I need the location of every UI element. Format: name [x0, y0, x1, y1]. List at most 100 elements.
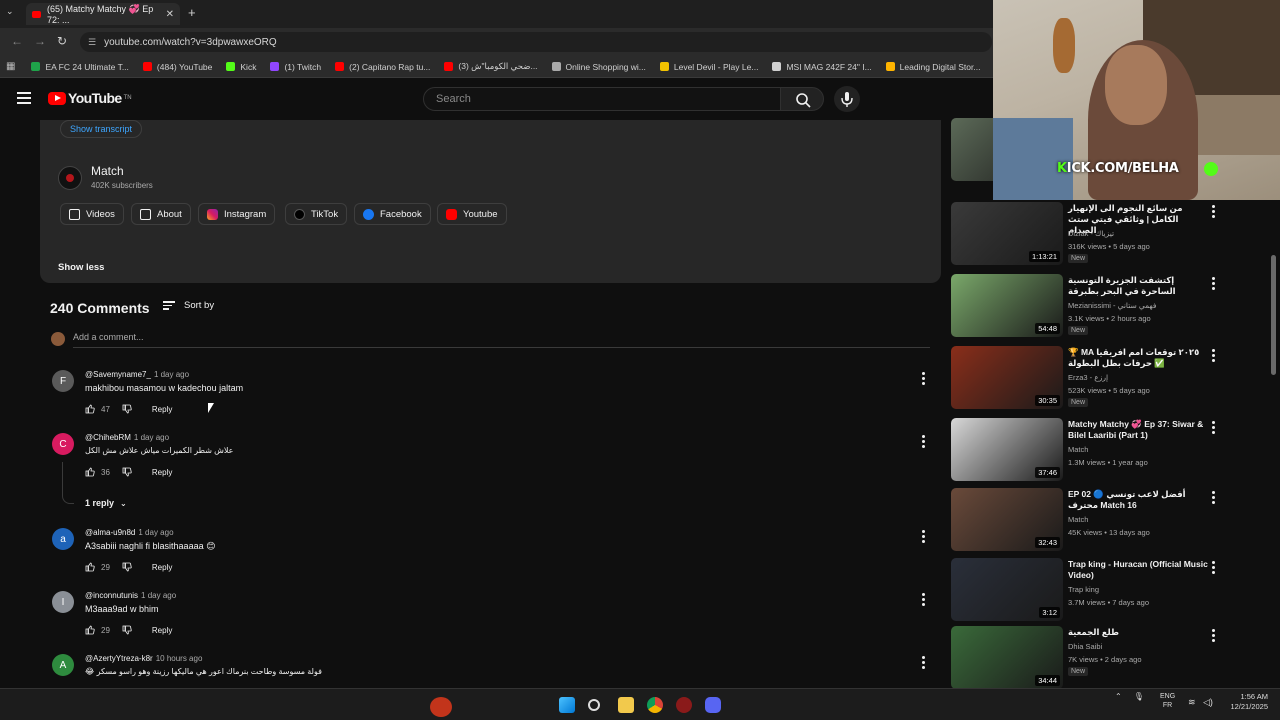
- dislike-icon[interactable]: [122, 562, 132, 572]
- instagram-link-button[interactable]: Instagram: [198, 203, 276, 225]
- recommended-video[interactable]: 3:12 Trap king - Huracan (Official Music …: [950, 558, 1270, 624]
- rec-more-icon[interactable]: [1212, 205, 1215, 220]
- reply-button[interactable]: Reply: [152, 563, 172, 572]
- bookmark-item[interactable]: EA FC 24 Ultimate T...: [31, 62, 129, 72]
- comment-time[interactable]: 1 day ago: [138, 528, 173, 537]
- rec-channel[interactable]: Diziak - تيزياك: [1068, 229, 1114, 238]
- tray-chevron-icon[interactable]: ⌃: [1115, 692, 1122, 701]
- comment-author[interactable]: @AzertyYtreza-k8r: [85, 654, 153, 663]
- bookmark-item[interactable]: (1) Twitch: [270, 62, 321, 72]
- dislike-icon[interactable]: [122, 404, 132, 414]
- dislike-icon[interactable]: [122, 467, 132, 477]
- comment-author[interactable]: @Savemyname7_: [85, 370, 151, 379]
- comment-author[interactable]: @alma-u9n8d: [85, 528, 135, 537]
- comment-time[interactable]: 1 day ago: [154, 370, 189, 379]
- rec-title[interactable]: طلع الجمعية: [1068, 627, 1208, 638]
- like-icon[interactable]: [85, 562, 95, 572]
- browser-tab-active[interactable]: (65) Matchy Matchy 💞 Ep 72: ... ✕: [26, 3, 180, 25]
- file-explorer-icon[interactable]: [618, 697, 634, 713]
- comment-time[interactable]: 1 day ago: [141, 591, 176, 600]
- menu-icon[interactable]: [17, 92, 31, 104]
- bookmark-item[interactable]: Kick: [226, 62, 256, 72]
- like-icon[interactable]: [85, 404, 95, 414]
- comment-avatar[interactable]: I: [52, 591, 74, 613]
- rec-channel[interactable]: Erza3 - إرزع: [1068, 373, 1108, 382]
- scrollbar-track[interactable]: [1270, 118, 1276, 688]
- discord-icon[interactable]: [705, 697, 721, 713]
- forward-icon[interactable]: →: [34, 34, 46, 48]
- comment-author[interactable]: @inconnutunis: [85, 591, 138, 600]
- comment-more-icon[interactable]: [922, 435, 926, 450]
- like-icon[interactable]: [85, 467, 95, 477]
- facebook-link-button[interactable]: Facebook: [354, 203, 431, 225]
- rec-thumbnail[interactable]: 32:43: [951, 488, 1063, 551]
- recommended-video[interactable]: 54:48 إكتشفت الجزيرة التونسية الساحرة في …: [950, 274, 1270, 340]
- bookmark-item[interactable]: Level Devil - Play Le...: [659, 62, 758, 72]
- show-replies-button[interactable]: 1 reply ⌄: [85, 498, 127, 508]
- rec-channel[interactable]: Match: [1068, 515, 1088, 524]
- show-transcript-button[interactable]: Show transcript: [60, 120, 143, 138]
- taskbar-search-icon[interactable]: [588, 699, 600, 711]
- rec-more-icon[interactable]: [1212, 491, 1215, 506]
- recommended-video[interactable]: 34:44 طلع الجمعية Dhia Saibi 7K views • 2 d…: [950, 626, 1270, 688]
- comment-avatar[interactable]: A: [52, 654, 74, 676]
- rec-channel[interactable]: Match: [1068, 445, 1088, 454]
- windows-start-icon[interactable]: [559, 697, 575, 713]
- comment-more-icon[interactable]: [922, 656, 926, 671]
- site-info-icon[interactable]: ☰: [88, 37, 96, 48]
- rec-thumbnail[interactable]: 30:35: [951, 346, 1063, 409]
- rec-channel[interactable]: Trap king: [1068, 585, 1099, 594]
- rec-more-icon[interactable]: [1212, 349, 1215, 364]
- bookmark-item[interactable]: MSI MAG 242F 24" I...: [772, 62, 872, 72]
- reload-icon[interactable]: ↻: [57, 34, 67, 48]
- recommended-video[interactable]: 30:35 🏆 MA ٢٠٢٥ توقعات امم افريقيا ✅ حرفا…: [950, 346, 1270, 412]
- rec-more-icon[interactable]: [1212, 561, 1215, 576]
- apps-grid-icon[interactable]: ▦: [6, 61, 15, 72]
- rec-thumbnail[interactable]: 34:44: [951, 626, 1063, 688]
- rec-title[interactable]: EP 02 🔵 أفضل لاعب تونسي محترف Match 16: [1068, 489, 1208, 511]
- recommended-video[interactable]: 32:43 EP 02 🔵 أفضل لاعب تونسي محترف Match…: [950, 488, 1270, 554]
- reply-button[interactable]: Reply: [152, 405, 172, 414]
- rec-more-icon[interactable]: [1212, 277, 1215, 292]
- tiktok-link-button[interactable]: TikTok: [285, 203, 348, 225]
- search-button[interactable]: [780, 87, 824, 111]
- rec-title[interactable]: 🏆 MA ٢٠٢٥ توقعات امم افريقيا ✅ حرفات بطل…: [1068, 347, 1208, 369]
- scrollbar-thumb[interactable]: [1271, 255, 1276, 375]
- dislike-icon[interactable]: [122, 625, 132, 635]
- youtube-logo[interactable]: YouTube TN: [48, 90, 132, 106]
- reply-button[interactable]: Reply: [152, 468, 172, 477]
- search-input[interactable]: Search: [423, 87, 781, 111]
- comment-time[interactable]: 1 day ago: [134, 433, 169, 442]
- voice-search-button[interactable]: [834, 86, 860, 112]
- rec-more-icon[interactable]: [1212, 629, 1215, 644]
- rec-thumbnail[interactable]: 54:48: [951, 274, 1063, 337]
- bookmark-item[interactable]: Leading Digital Stor...: [885, 62, 980, 72]
- bookmark-item[interactable]: (2) Capitano Rap tu...: [335, 62, 430, 72]
- rec-title[interactable]: إكتشفت الجزيرة التونسية الساحرة في البحر…: [1068, 275, 1208, 297]
- url-bar[interactable]: ☰ youtube.com/watch?v=3dpwawxeORQ: [80, 32, 992, 52]
- youtube-link-button[interactable]: Youtube: [437, 203, 507, 225]
- comment-author[interactable]: @ChihebRM: [85, 433, 131, 442]
- rec-title[interactable]: Matchy Matchy 💞 Ep 37: Siwar & Bilel Laa…: [1068, 419, 1208, 441]
- rec-thumbnail[interactable]: 3:12: [951, 558, 1063, 621]
- comment-more-icon[interactable]: [922, 593, 926, 608]
- comment-avatar[interactable]: a: [52, 528, 74, 550]
- recommended-video[interactable]: 37:46 Matchy Matchy 💞 Ep 37: Siwar & Bile…: [950, 418, 1270, 484]
- rec-thumbnail[interactable]: 37:46: [951, 418, 1063, 481]
- show-less-button[interactable]: Show less: [58, 262, 104, 273]
- chrome-icon[interactable]: [647, 697, 663, 713]
- rec-more-icon[interactable]: [1212, 421, 1215, 436]
- tab-close-icon[interactable]: ✕: [166, 9, 174, 20]
- back-icon[interactable]: ←: [11, 34, 23, 48]
- rec-title[interactable]: Trap king - Huracan (Official Music Vide…: [1068, 559, 1208, 581]
- channel-name[interactable]: Match: [91, 164, 124, 178]
- system-clock[interactable]: 1:56 AM 12/21/2025: [1222, 692, 1268, 712]
- bookmark-item[interactable]: (484) YouTube: [142, 62, 212, 72]
- channel-about-button[interactable]: About: [131, 203, 191, 225]
- channel-videos-button[interactable]: Videos: [60, 203, 124, 225]
- language-indicator[interactable]: ENG FR: [1160, 692, 1175, 710]
- comment-more-icon[interactable]: [922, 530, 926, 545]
- add-comment-input[interactable]: Add a comment...: [73, 332, 930, 348]
- like-icon[interactable]: [85, 625, 95, 635]
- bookmark-item[interactable]: Online Shopping wi...: [551, 62, 646, 72]
